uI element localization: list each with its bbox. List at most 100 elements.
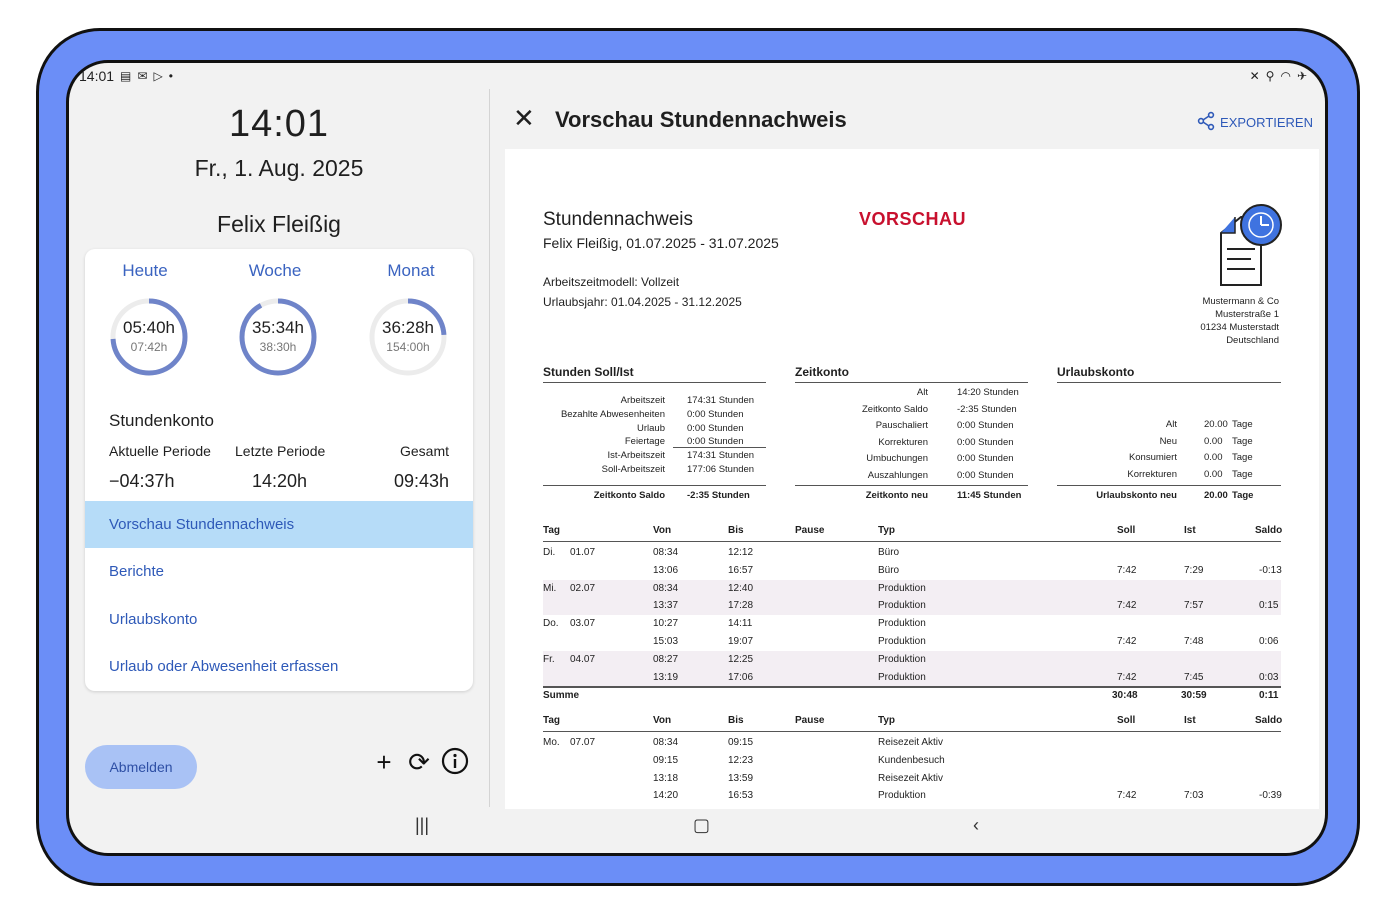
urlaubskonto-row-value: 20.00 — [1204, 419, 1228, 430]
table-cell-day: Mo. — [543, 737, 560, 748]
ring-target-month: 154:00h — [386, 340, 430, 354]
table-cell-bis: 17:06 — [728, 671, 754, 683]
panel-divider — [489, 89, 490, 807]
table-cell-bis: 12:12 — [728, 547, 754, 558]
table-cell-date: 01.07 — [570, 547, 596, 558]
table-cell-bis: 12:25 — [728, 653, 754, 665]
share-icon — [1196, 111, 1216, 134]
soll_ist-row-label: Bezahlte Abwesenheiten — [560, 408, 665, 420]
urlaubskonto-row-label: Korrekturen — [1127, 468, 1177, 480]
table-header-cell: Saldo — [1255, 715, 1283, 726]
urlaubskonto-total-value: 20.00 — [1204, 490, 1228, 501]
soll_ist-row-label: Arbeitszeit — [620, 395, 665, 406]
table-cell-bis: 17:28 — [728, 600, 754, 612]
table-row: 15:03 19:07 Produktion 7:42 7:48 0:06 — [543, 633, 1281, 651]
table-row: 14:20 16:53 Produktion 7:42 7:03 -0:39 — [543, 787, 1282, 805]
table-sum-soll: 30:48 — [1112, 690, 1138, 702]
plus-icon[interactable]: + — [369, 747, 399, 777]
table-cell-von: 08:27 — [653, 653, 679, 665]
menu-urlaub-erfassen[interactable]: Urlaub oder Abwesenheit erfassen — [85, 643, 473, 690]
table-cell-bis: 13:59 — [728, 772, 754, 784]
table-cell-typ: Produktion — [878, 790, 926, 802]
table-cell-day: Fr. — [543, 653, 555, 665]
table-header-cell: Bis — [728, 525, 744, 536]
progress-ring-month: 36:28h 154:00h — [368, 297, 448, 377]
info-icon[interactable] — [440, 747, 470, 777]
table-cell-bis: 09:15 — [728, 737, 754, 748]
zeitkonto-row-value: 0:00 Stunden — [957, 453, 1014, 464]
zeitkonto-row-label: Pauschaliert — [875, 420, 928, 431]
table-cell-typ: Reisezeit Aktiv — [878, 772, 944, 784]
table-cell-typ: Produktion — [878, 600, 926, 612]
zeitkonto-row-label: Zeitkonto Saldo — [861, 403, 928, 415]
table-row: Mo. 07.07 08:34 09:15 Reisezeit Aktiv — [543, 734, 1281, 752]
table-header-cell: Soll — [1117, 525, 1136, 536]
table-cell-von: 10:27 — [653, 618, 679, 630]
urlaubskonto-row-value: 0.00 — [1204, 468, 1223, 480]
zeitkonto-row-value: -2:35 Stunden — [957, 403, 1017, 415]
home-icon[interactable]: ▢ — [693, 815, 710, 836]
period-label-week[interactable]: Woche — [215, 261, 335, 281]
period-label-month[interactable]: Monat — [351, 261, 471, 281]
logout-button[interactable]: Abmelden — [85, 745, 197, 789]
menu-vorschau-stundennachweis[interactable]: Vorschau Stundennachweis — [85, 501, 473, 548]
company-logo — [1211, 203, 1283, 294]
table-cell-saldo: 0:15 — [1259, 600, 1279, 612]
close-icon[interactable]: ✕ — [513, 105, 535, 131]
zeitkonto-row-value: 14:20 Stunden — [957, 387, 1019, 398]
zeitkonto-total-rule — [795, 485, 1028, 486]
document-preview[interactable]: Stundennachweis Felix Fleißig, 01.07.202… — [505, 149, 1319, 809]
table-cell-von: 08:34 — [653, 737, 679, 748]
soll_ist-row-value: 0:00 Stunden — [687, 408, 744, 420]
table-row: Do. 03.07 10:27 14:11 Produktion — [543, 615, 1281, 633]
table-header-cell: Soll — [1117, 715, 1136, 726]
table-cell-bis: 12:23 — [728, 754, 754, 766]
table-sum-saldo: 0:11 — [1259, 690, 1279, 702]
table-cell-bis: 16:53 — [728, 790, 754, 802]
progress-ring-week: 35:34h 38:30h — [238, 297, 318, 377]
sk-value-total: 09:43h — [393, 471, 449, 491]
soll_ist-row-label: Soll-Arbeitszeit — [601, 464, 665, 475]
table-header-cell: Tag — [543, 525, 561, 536]
export-button[interactable]: EXPORTIEREN — [1196, 111, 1313, 134]
table-header-rule — [543, 731, 1281, 732]
menu-urlaubskonto[interactable]: Urlaubskonto — [85, 596, 473, 643]
stundenkonto-title: Stundenkonto — [109, 411, 214, 430]
menu-berichte[interactable]: Berichte — [85, 548, 473, 595]
table-cell-ist: 7:29 — [1184, 564, 1204, 576]
table-cell-typ: Büro — [878, 547, 900, 558]
recent-apps-icon[interactable]: ||| — [415, 815, 429, 836]
table-header-cell: Typ — [878, 525, 896, 536]
table-header-cell: Tag — [543, 715, 561, 726]
sk-value-last: 14:20h — [252, 471, 308, 491]
table-row: 13:19 17:06 Produktion 7:42 7:45 0:03 — [543, 668, 1281, 687]
table-cell-date: 02.07 — [570, 582, 596, 594]
table-cell-typ: Produktion — [878, 618, 926, 630]
urlaubskonto-total-rule — [1057, 485, 1281, 486]
location-icon: ⚲ — [1265, 69, 1275, 83]
back-icon[interactable]: ‹ — [973, 815, 979, 836]
zeitkonto-row-value: 0:00 Stunden — [957, 469, 1014, 481]
urlaubskonto-row-label: Konsumiert — [1128, 452, 1177, 463]
sync-icon[interactable]: ⟳ — [404, 747, 434, 777]
company-line-4: Deutschland — [1226, 335, 1279, 346]
company-line-1: Mustermann & Co — [1202, 296, 1279, 307]
table-cell-ist: 7:48 — [1184, 636, 1204, 647]
table-cell-bis: 19:07 — [728, 636, 754, 647]
soll_ist-row-value: 174:31 Stunden — [687, 450, 755, 462]
tablet-screen: 14:01 ▤ ✉ ▷ • ✕ ⚲ ◠ ✈ 14:01 Fr., 1. Aug.… — [66, 60, 1328, 856]
soll-ist-subtotal-rule — [673, 447, 766, 448]
table-row: 13:18 13:59 Reisezeit Aktiv — [543, 770, 1281, 788]
table-cell-day: Mi. — [543, 582, 557, 594]
period-label-today[interactable]: Heute — [85, 261, 205, 281]
urlaubskonto-row-unit: Tage — [1232, 435, 1253, 447]
urlaubskonto-row-value: 0.00 — [1204, 452, 1223, 463]
table-cell-typ: Kundenbesuch — [878, 754, 945, 766]
table-cell-saldo: 0:03 — [1259, 671, 1279, 683]
company-line-3: 01234 Musterstadt — [1200, 322, 1279, 333]
table-cell-von: 09:15 — [653, 754, 679, 766]
table-cell-von: 08:34 — [653, 582, 679, 594]
zeitkonto-row-label: Alt — [916, 387, 928, 398]
table-header-cell: Pause — [795, 715, 825, 726]
urlaubskonto-total-unit: Tage — [1232, 490, 1254, 501]
